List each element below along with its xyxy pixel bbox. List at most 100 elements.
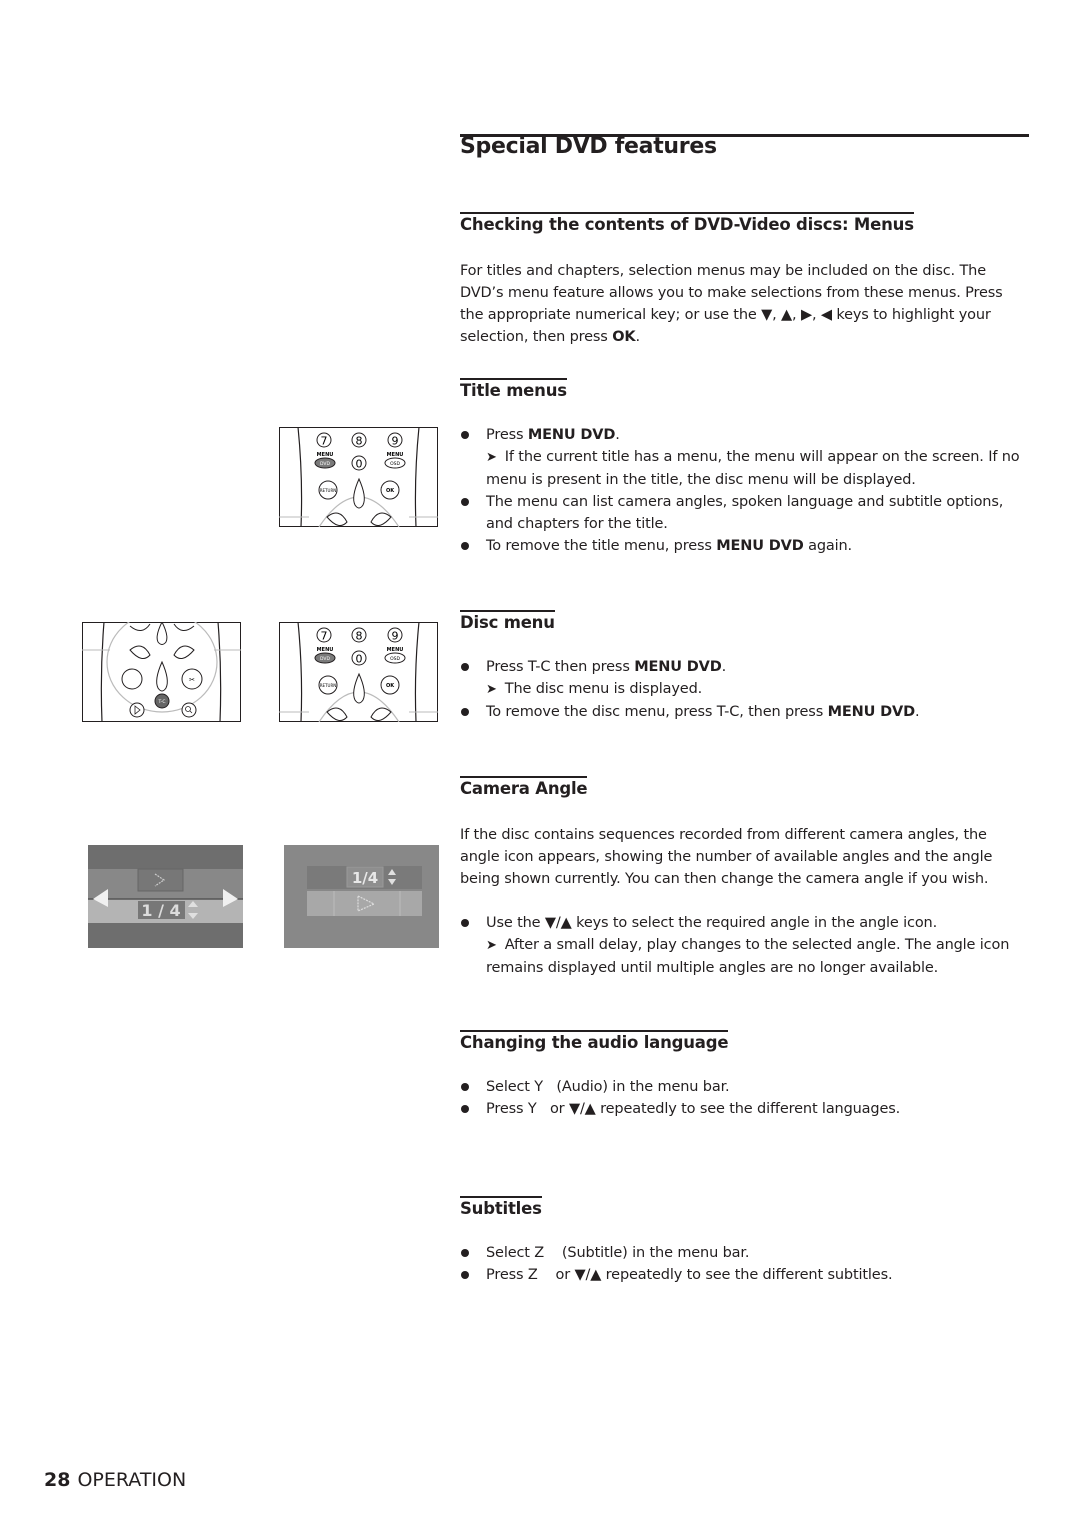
angle-osd-svg-1: 1 / 4 [88,845,243,948]
section-disc-menu: Disc menu Press T-C then press MENU DVD.… [460,610,1030,723]
sub-text: If the current title has a menu, the men… [486,449,1020,488]
remote-menu-svg: 7 8 9 MENU MENU DVD 0 OSD RETURN OK [279,621,438,723]
menu-label: MENU [387,452,404,458]
tc-key-label: T-C [157,699,165,705]
arrow-icon: ➤ [486,450,497,465]
section-heading: Title menus [460,378,567,402]
key-9: 9 [392,630,399,643]
section-menus: Checking the contents of DVD-Video discs… [460,212,1030,348]
list-item: To remove the disc menu, press T-C, then… [460,701,1030,723]
key-7: 7 [321,630,328,643]
page-title: Special DVD features [460,134,717,159]
list-item: Press MENU DVD. ➤ If the current title ha… [460,424,1030,491]
item-text: Press Y or ▼/▲ repeatedly to see the dif… [486,1101,901,1117]
title-menus-list: Press MENU DVD. ➤ If the current title ha… [460,424,1030,557]
item-text: . [615,427,620,443]
arrow-icon: ➤ [486,682,497,697]
sub-result: ➤ The disc menu is displayed. [486,678,1030,701]
key-label: MENU DVD [827,704,916,720]
key-8: 8 [356,630,363,643]
angle-osd-screen-2: 1/4 [284,845,439,948]
remote-menu-illustration-2: 7 8 9 MENU MENU DVD 0 OSD RETURN OK [279,621,438,723]
page-footer: 28 OPERATION [44,1469,186,1491]
sub-result: ➤ If the current title has a menu, the me… [486,446,1030,491]
paragraph-text: For titles and chapters, selection menus… [460,263,1003,345]
item-text: . [914,704,920,720]
bullet-icon [461,1083,469,1091]
item-text: Press T-C then press [486,659,635,675]
list-item: Press Y or ▼/▲ repeatedly to see the dif… [460,1098,1030,1120]
dvd-key-label: DVD [320,656,330,662]
return-key-label: RETURN [320,683,336,688]
item-text: The menu can list camera angles, spoken … [486,494,1004,532]
angle-key-icon: ✂ [189,676,195,684]
remote-tc-svg: ✂ T-C [82,611,241,723]
item-text: To remove the title menu, press [486,538,717,554]
angle-value: 1 / 4 [141,901,180,920]
section-heading: Changing the audio language [460,1030,729,1054]
menu-label: MENU [317,647,334,653]
item-text: Press [486,427,528,443]
ok-key-label: OK [386,683,395,689]
bullet-icon [461,708,469,716]
footer-section: OPERATION [77,1469,187,1491]
return-key-label: RETURN [320,488,336,493]
ok-key-label: OK [386,488,395,494]
section-camera-angle: Camera Angle If the disc contains sequen… [460,776,1030,979]
bullet-icon [461,1249,469,1257]
camera-angle-paragraph: If the disc contains sequences recorded … [460,827,993,887]
sub-text: The disc menu is displayed. [504,681,703,697]
key-0: 0 [356,458,363,471]
arrow-icon: ➤ [486,938,497,953]
list-item: Press T-C then press MENU DVD. ➤ The disc… [460,656,1030,701]
item-text: again. [803,538,853,554]
angle-value: 1/4 [352,869,378,887]
list-item: Use the ▼/▲ keys to select the required … [460,912,1030,979]
key-label: MENU DVD [634,659,722,675]
menu-label: MENU [317,452,334,458]
section-heading: Disc menu [460,610,555,634]
section-audio-language: Changing the audio language Select Y (Au… [460,1030,1030,1120]
angle-osd-svg-2: 1/4 [284,845,439,948]
bullet-icon [461,919,469,927]
subtitles-list: Select Z (Subtitle) in the menu bar. Pre… [460,1242,1030,1286]
item-text: To remove the disc menu, press T-C, then… [486,704,828,720]
period: . [635,329,640,345]
bullet-icon [461,1105,469,1113]
dvd-key-label: DVD [320,461,330,467]
key-8: 8 [356,435,363,448]
key-7: 7 [321,435,328,448]
angle-osd-screen-1: 1 / 4 [88,845,243,948]
camera-angle-list: Use the ▼/▲ keys to select the required … [460,912,1030,979]
section-heading: Camera Angle [460,776,588,800]
key-label: MENU DVD [527,427,616,443]
ok-key-label: OK [612,329,636,345]
page-number: 28 [44,1469,71,1491]
item-text: Select Y (Audio) in the menu bar. [486,1079,730,1095]
bullet-icon [461,542,469,550]
list-item: Press Z or ▼/▲ repeatedly to see the dif… [460,1264,1030,1286]
sub-result: ➤ After a small delay, play changes to th… [486,934,1030,979]
section-subtitles: Subtitles Select Z (Subtitle) in the men… [460,1196,1030,1286]
sub-text: After a small delay, play changes to the… [486,937,1010,976]
osd-key-label: OSD [390,656,400,662]
item-text: Use the ▼/▲ keys to select the required … [486,915,938,931]
list-item: Select Z (Subtitle) in the menu bar. [460,1242,1030,1264]
section-heading: Subtitles [460,1196,542,1220]
menu-label: MENU [387,647,404,653]
remote-tc-illustration: ✂ T-C [82,611,241,723]
disc-menu-list: Press T-C then press MENU DVD. ➤ The disc… [460,656,1030,723]
key-label: MENU DVD [716,538,804,554]
bullet-icon [461,431,469,439]
section-title-menus: Title menus Press MENU DVD. ➤ If the curr… [460,378,1030,557]
bullet-icon [461,663,469,671]
list-item: To remove the title menu, press MENU DVD… [460,535,1030,557]
audio-language-list: Select Y (Audio) in the menu bar. Press … [460,1076,1030,1120]
list-item: The menu can list camera angles, spoken … [460,491,1030,535]
remote-menu-illustration-1: 7 8 9 MENU MENU DVD 0 OSD RETURN OK [279,426,438,528]
list-item: Select Y (Audio) in the menu bar. [460,1076,1030,1098]
item-text: Press Z or ▼/▲ repeatedly to see the dif… [486,1267,893,1283]
item-text: . [721,659,727,675]
bullet-icon [461,1271,469,1279]
key-0: 0 [356,653,363,666]
